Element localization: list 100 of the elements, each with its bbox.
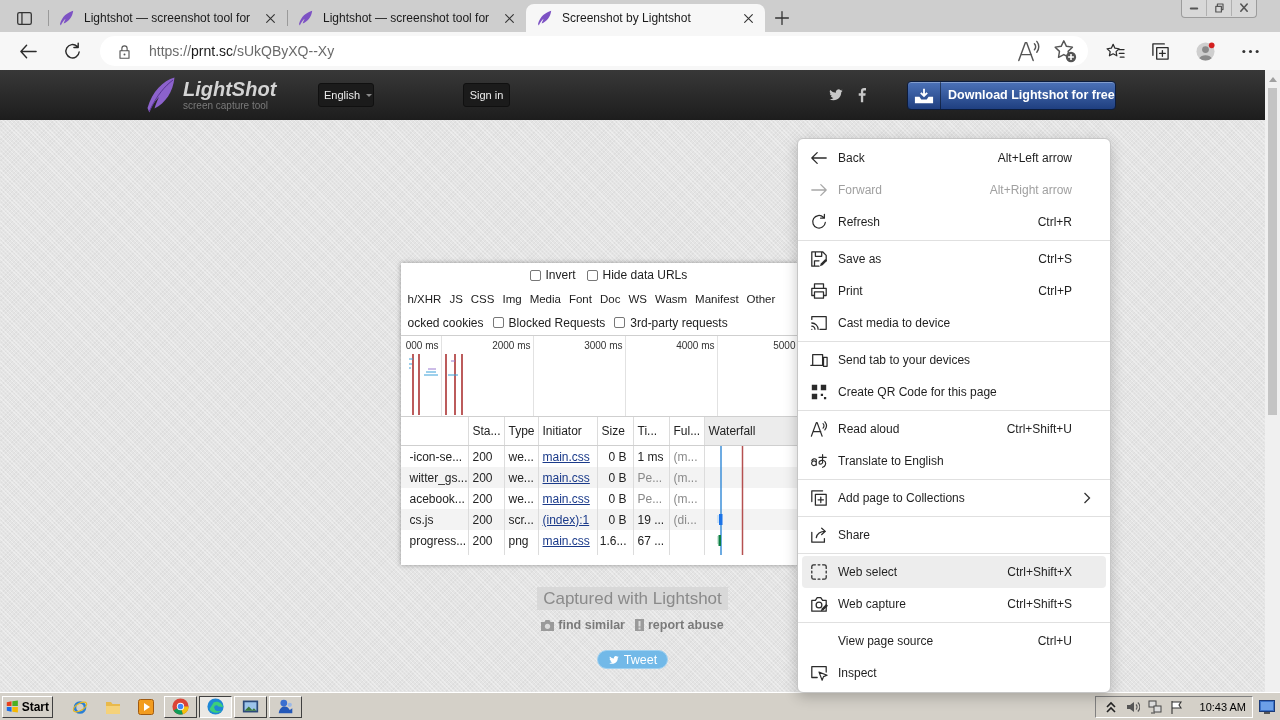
start-button[interactable]: Start [2, 695, 53, 718]
refresh-icon[interactable] [62, 41, 82, 61]
caption-label: Captured with Lightshot [537, 587, 728, 610]
table-cell: 200 [467, 530, 504, 551]
column-header: Sta... [467, 417, 504, 445]
menu-item[interactable]: Save as Ctrl+S [802, 243, 1106, 275]
menu-item[interactable]: Inspect [802, 657, 1106, 689]
feather-icon [297, 10, 313, 26]
filter-label: ocked cookies [407, 315, 484, 330]
shortcut-label: Ctrl+P [1038, 284, 1072, 298]
logo-title[interactable]: LightShot [183, 79, 277, 100]
read-aloud-icon[interactable] [1017, 39, 1041, 63]
table-cell: 67 ... [632, 530, 669, 551]
checkbox[interactable] [614, 317, 626, 328]
initiator-link[interactable]: (index):1 [542, 512, 590, 527]
menu-item[interactable]: Read aloud Ctrl+Shift+U [802, 413, 1106, 445]
close-icon[interactable] [743, 12, 754, 24]
table-cell: png [503, 530, 538, 551]
exclamation-tile-icon [635, 619, 644, 631]
initiator-link[interactable]: main.css [542, 533, 590, 548]
twitter-bird-icon[interactable] [828, 88, 844, 102]
download-button[interactable]: Download Lightshot for free [907, 80, 1116, 110]
table-cell-text: -icon-se... [408, 448, 464, 466]
lock-icon [117, 43, 132, 59]
taskbar-button[interactable] [199, 695, 232, 718]
menu-item[interactable]: Create QR Code for this page [802, 376, 1106, 408]
table-cell-text: witter_gs... [408, 469, 468, 487]
initiator-link[interactable]: main.css [542, 470, 590, 485]
network-icon[interactable] [1147, 699, 1162, 714]
table-cell: scr... [503, 509, 538, 530]
facebook-f-icon[interactable] [858, 87, 866, 103]
table-cell: 1.6... [596, 530, 633, 551]
timeline-label: 3000 ms [584, 340, 623, 351]
swirl-icon [207, 698, 224, 715]
menu-item[interactable]: Web capture Ctrl+Shift+S [802, 588, 1106, 620]
menu-item[interactable]: Translate to English [802, 445, 1106, 477]
refresh-icon [810, 213, 828, 231]
camera-icon [541, 619, 555, 631]
translate-icon [810, 452, 828, 470]
browser-tab[interactable]: Screenshot by Lightshot [526, 4, 765, 32]
menu-item[interactable]: Add page to Collections [802, 482, 1106, 514]
flag-icon[interactable] [1169, 699, 1184, 714]
table-cell: we... [503, 467, 538, 488]
browser-tab[interactable]: Lightshot — screenshot tool for [48, 4, 287, 32]
close-icon[interactable] [504, 12, 515, 24]
star-plus-icon[interactable] [1053, 39, 1077, 63]
tab-actions-icon[interactable] [15, 9, 33, 27]
caret-icon [366, 93, 373, 97]
clock-text[interactable]: 10:43 AM [1199, 700, 1246, 713]
close-icon[interactable] [265, 12, 276, 24]
profile-avatar-icon[interactable] [1195, 41, 1215, 61]
table-cell: 200 [467, 467, 504, 488]
ring-orbit-icon[interactable] [72, 698, 88, 715]
filter-label: WS [628, 292, 647, 305]
checkbox[interactable] [586, 269, 598, 281]
collections-add-icon[interactable] [1150, 41, 1170, 61]
windows-flag-icon [6, 699, 19, 714]
scrollbar[interactable] [1265, 70, 1280, 692]
feather-icon [58, 10, 74, 26]
menu-item[interactable]: Print Ctrl+P [802, 275, 1106, 307]
initiator-link[interactable]: main.css [542, 449, 590, 464]
browser-tab[interactable]: Lightshot — screenshot tool for [287, 4, 526, 32]
floppy-disk-icon [810, 250, 828, 268]
menu-item[interactable]: Share [802, 519, 1106, 551]
menu-item[interactable]: Web select Ctrl+Shift+X [802, 556, 1106, 588]
column-header: Type [503, 417, 538, 445]
shortcut-label: Ctrl+Shift+S [1007, 597, 1072, 611]
table-cell-text: acebook... [408, 490, 466, 508]
menu-item[interactable]: View page source Ctrl+U [802, 625, 1106, 657]
sign-in-button[interactable]: Sign in [463, 83, 510, 107]
printer-icon [810, 282, 828, 300]
plus-icon[interactable] [774, 10, 790, 26]
cast-icon [810, 314, 828, 332]
filter-label: Img [502, 292, 522, 305]
arrow-left-icon [810, 149, 828, 167]
desktop-icon[interactable] [1259, 699, 1275, 714]
scrollbar-thumb[interactable] [1268, 88, 1277, 415]
initiator-link[interactable]: main.css [542, 491, 590, 506]
table-cell: 0 B [596, 467, 633, 488]
menu-item[interactable]: Back Alt+Left arrow [802, 142, 1106, 174]
checkbox[interactable] [529, 269, 541, 281]
table-cell: 19 ... [632, 509, 669, 530]
table-cell: (m... [668, 467, 704, 488]
shortcut-label: Ctrl+R [1037, 215, 1072, 229]
timeline-label: 2000 ms [492, 340, 531, 351]
menu-item[interactable]: Send tab to your devices [802, 344, 1106, 376]
speaker-icon[interactable] [1125, 699, 1140, 714]
filter-label: Doc [599, 292, 621, 305]
checkbox-label: Hide data URLs [602, 268, 688, 282]
address-bar[interactable]: https://prnt.sc/sUkQByXQ--Xy [100, 36, 1088, 66]
checkbox[interactable] [492, 317, 504, 328]
shortcut-label: Alt+Right arrow [989, 183, 1072, 197]
menu-item[interactable]: Refresh Ctrl+R [802, 206, 1106, 238]
tricolor-circle-icon [172, 698, 189, 715]
menu-item[interactable]: Cast media to device [802, 307, 1106, 339]
play-tile-icon[interactable] [138, 698, 154, 715]
language-dropdown[interactable]: English [318, 83, 374, 107]
favorites-star-icon[interactable] [1105, 41, 1125, 61]
filter-label: Other [746, 292, 776, 305]
timeline-label: 000 ms [405, 340, 439, 351]
